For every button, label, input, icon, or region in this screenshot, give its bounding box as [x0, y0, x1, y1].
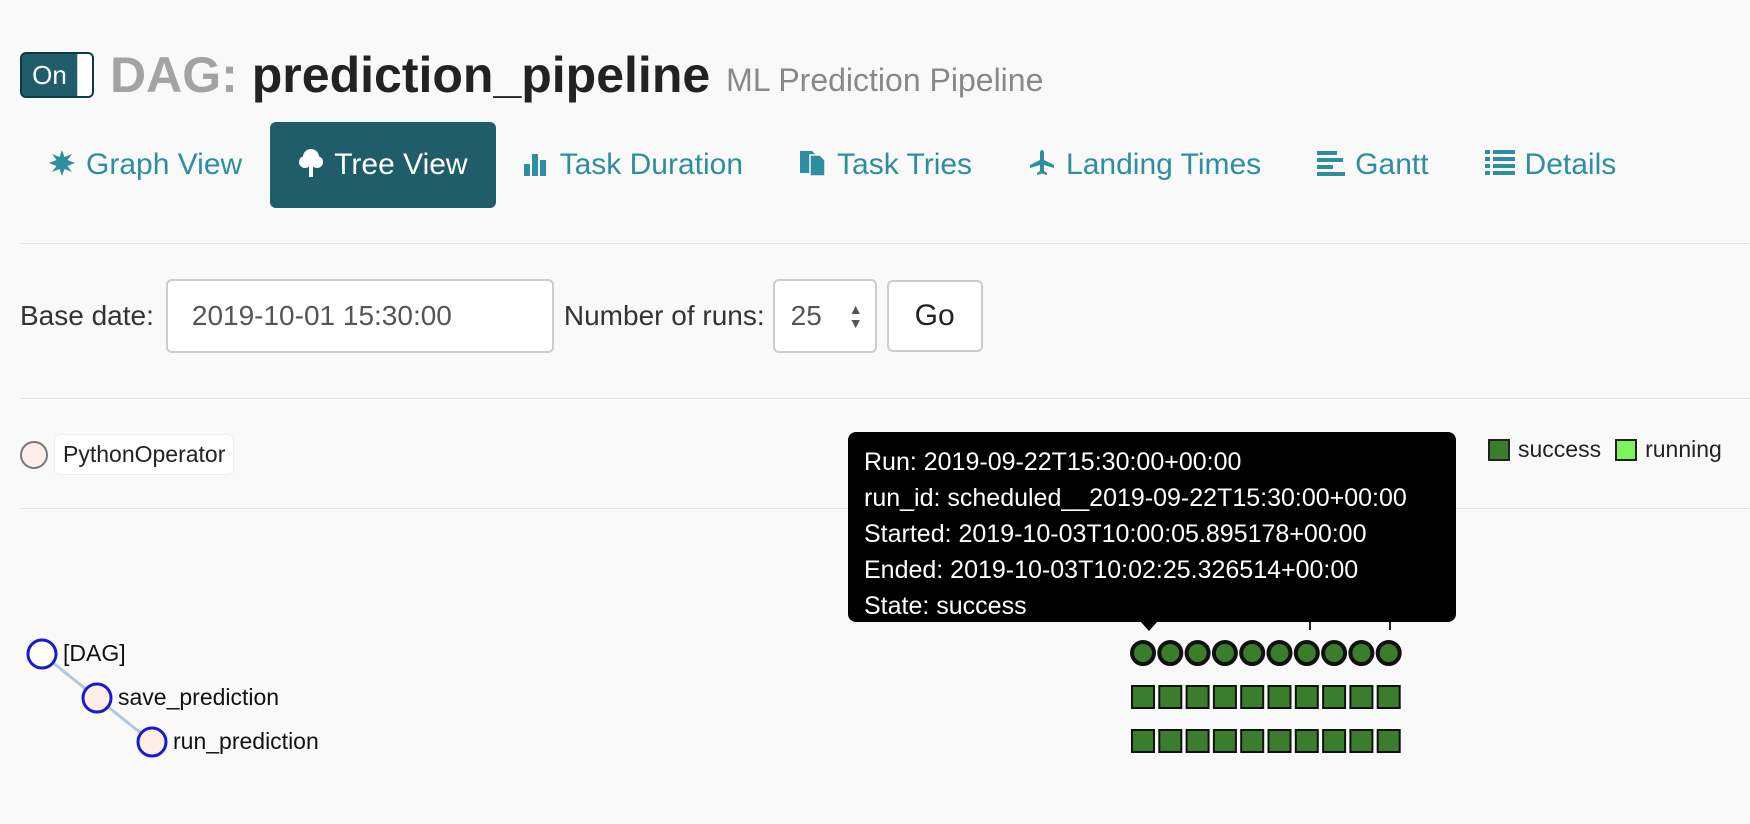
- operator-legend-label: PythonOperator: [54, 434, 235, 475]
- task-instance-square[interactable]: [1376, 729, 1401, 753]
- task-instance-square[interactable]: [1376, 685, 1401, 709]
- page-header: On DAG: prediction_pipeline ML Predictio…: [20, 40, 1043, 110]
- tooltip-run-id: run_id: scheduled__2019-09-22T15:30:00+0…: [864, 484, 1407, 512]
- dag-run-circle[interactable]: [1293, 640, 1320, 666]
- gantt-icon: [1317, 150, 1346, 181]
- tab-gantt[interactable]: Gantt: [1289, 122, 1456, 208]
- state-legend: success running: [1488, 436, 1736, 463]
- tab-task-tries[interactable]: Task Tries: [771, 122, 1000, 208]
- tab-details[interactable]: Details: [1457, 122, 1645, 208]
- view-tabs: Graph View Tree View Task Duration Task …: [20, 122, 1644, 208]
- tab-label: Gantt: [1355, 148, 1429, 181]
- dag-prefix: DAG:: [110, 47, 238, 103]
- tree-node-save-prediction[interactable]: [81, 682, 113, 714]
- dag-run-circle[interactable]: [1157, 640, 1184, 666]
- tree-node-run-prediction[interactable]: [136, 726, 168, 758]
- running-swatch: [1615, 438, 1638, 461]
- tab-label: Task Tries: [837, 148, 973, 181]
- page-title: prediction_pipeline: [251, 47, 711, 103]
- tooltip-arrow: [1140, 621, 1158, 631]
- go-button[interactable]: Go: [886, 280, 983, 352]
- tree-label-dag: [DAG]: [63, 640, 126, 666]
- tab-label: Tree View: [334, 148, 468, 181]
- task-instance-square[interactable]: [1349, 729, 1374, 753]
- tab-label: Task Duration: [559, 148, 744, 181]
- operator-legend: PythonOperator: [20, 434, 235, 475]
- select-arrows-icon: ▲ ▼: [848, 301, 863, 331]
- tab-task-duration[interactable]: Task Duration: [496, 122, 771, 208]
- tab-tree-view[interactable]: Tree View: [270, 122, 496, 208]
- toggle-label: On: [32, 59, 67, 90]
- dag-run-circle[interactable]: [1184, 640, 1211, 666]
- list-icon: [1484, 149, 1515, 182]
- operator-color-swatch: [20, 440, 48, 469]
- tree-label-save-prediction: save_prediction: [118, 684, 280, 710]
- duplicate-icon: [799, 149, 827, 182]
- dag-run-circle[interactable]: [1239, 640, 1266, 666]
- plane-icon: [1028, 149, 1056, 182]
- legend-item-success: success: [1488, 436, 1601, 463]
- dag-run-circle[interactable]: [1321, 640, 1348, 666]
- runs-selected-value: 25: [790, 300, 822, 331]
- task-instance-square[interactable]: [1212, 729, 1237, 753]
- base-date-input[interactable]: [165, 279, 554, 353]
- tab-label: Graph View: [86, 148, 243, 181]
- divider: [20, 243, 1750, 244]
- base-date-label: Base date:: [20, 300, 154, 331]
- tooltip-started: Started: 2019-10-03T10:00:05.895178+00:0…: [864, 520, 1367, 548]
- task-instance-square[interactable]: [1240, 685, 1265, 709]
- tooltip-run: Run: 2019-09-22T15:30:00+00:00: [864, 448, 1242, 476]
- dag-run-circle[interactable]: [1348, 640, 1375, 666]
- tree-label-run-prediction: run_prediction: [173, 728, 319, 754]
- task-instance-square[interactable]: [1158, 685, 1183, 709]
- tab-label: Details: [1524, 148, 1617, 181]
- legend-label: success: [1518, 436, 1602, 462]
- graph-icon: [48, 149, 76, 182]
- tab-label: Landing Times: [1066, 148, 1262, 181]
- task-instance-square[interactable]: [1240, 729, 1265, 753]
- tooltip-state: State: success: [864, 592, 1027, 620]
- task-instance-square[interactable]: [1185, 685, 1210, 709]
- task-instance-square[interactable]: [1267, 685, 1292, 709]
- task-instance-square[interactable]: [1294, 685, 1319, 709]
- tree-node-dag[interactable]: [26, 638, 58, 670]
- task-instance-square[interactable]: [1131, 729, 1155, 753]
- task-instance-square[interactable]: [1185, 729, 1210, 753]
- divider: [20, 398, 1750, 399]
- tab-landing-times[interactable]: Landing Times: [1000, 122, 1289, 208]
- task-instance-square[interactable]: [1322, 685, 1347, 709]
- bar-chart-icon: [523, 150, 550, 181]
- task-instance-square[interactable]: [1322, 729, 1347, 753]
- task-instance-square[interactable]: [1294, 729, 1319, 753]
- tree-controls-form: Base date: Number of runs: 25 ▲▼ Go: [20, 278, 983, 354]
- tab-graph-view[interactable]: Graph View: [20, 122, 270, 208]
- number-of-runs-select[interactable]: 25 ▲ ▼: [772, 279, 877, 353]
- tooltip-ended: Ended: 2019-10-03T10:02:25.326514+00:00: [864, 556, 1359, 584]
- toggle-knob: [77, 54, 92, 96]
- dag-run-circle[interactable]: [1375, 640, 1402, 666]
- dag-run-circle[interactable]: [1130, 640, 1156, 666]
- number-of-runs-label: Number of runs:: [563, 300, 765, 331]
- dag-run-circle[interactable]: [1266, 640, 1293, 666]
- success-swatch: [1488, 438, 1510, 461]
- task-instance-square[interactable]: [1349, 685, 1374, 709]
- legend-label: running: [1645, 436, 1722, 462]
- run-tooltip: Run: 2019-09-22T15:30:00+00:00 run_id: s…: [848, 432, 1456, 622]
- dag-description: ML Prediction Pipeline: [726, 61, 1044, 98]
- dag-on-toggle[interactable]: On: [20, 52, 94, 98]
- dag-run-circle[interactable]: [1211, 640, 1238, 666]
- task-instance-square[interactable]: [1212, 685, 1237, 709]
- legend-item-running: running: [1615, 436, 1722, 463]
- task-instance-square[interactable]: [1267, 729, 1292, 753]
- task-instance-square[interactable]: [1158, 729, 1183, 753]
- task-instance-square[interactable]: [1131, 685, 1155, 709]
- task-instance-grid: [1130, 619, 1402, 753]
- tree-icon: [298, 148, 324, 183]
